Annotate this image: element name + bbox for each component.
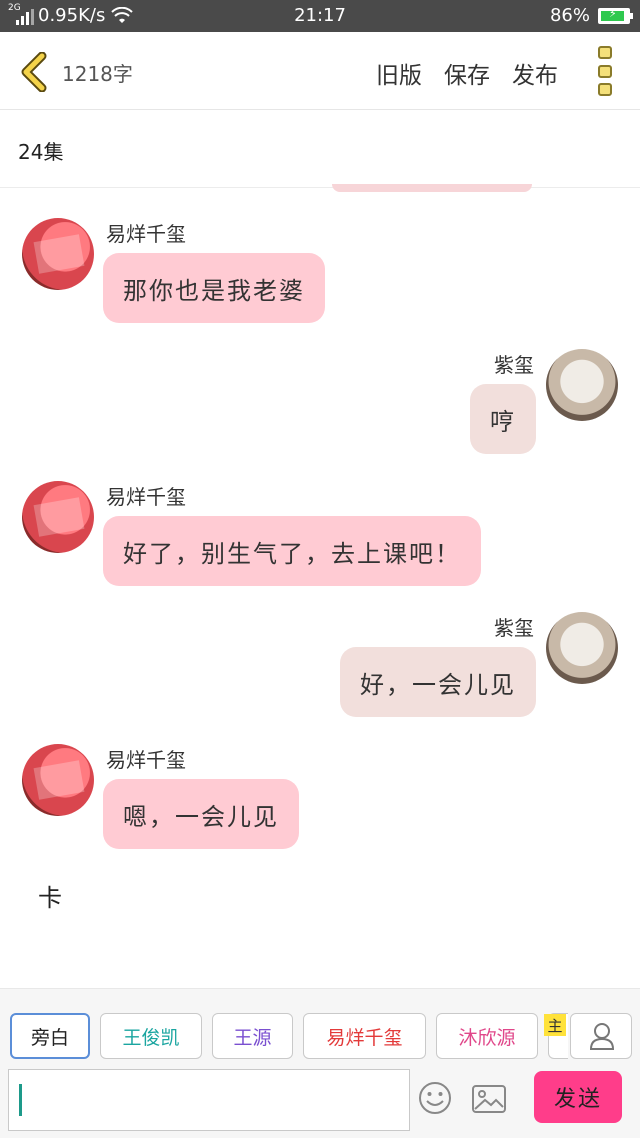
add-role-button[interactable] xyxy=(570,1013,632,1059)
avatar[interactable] xyxy=(22,744,94,816)
save-button[interactable]: 保存 xyxy=(444,56,490,90)
clock: 21:17 xyxy=(294,5,346,26)
role-narrator[interactable]: 旁白 xyxy=(10,1013,90,1059)
sender-name: 紫玺 xyxy=(494,616,534,640)
text-caret xyxy=(19,1084,22,1116)
sender-name: 紫玺 xyxy=(494,353,534,377)
role-mu-xinyuan[interactable]: 沐欣源 xyxy=(436,1013,538,1059)
message-bubble[interactable]: 好了，别生气了，去上课吧！ xyxy=(103,516,481,586)
avatar[interactable] xyxy=(546,349,618,421)
message-bubble[interactable]: 那你也是我老婆 xyxy=(103,253,325,323)
message-bubble[interactable]: 哼 xyxy=(470,384,536,454)
back-icon[interactable] xyxy=(18,52,48,92)
avatar[interactable] xyxy=(22,481,94,553)
sender-name: 易烊千玺 xyxy=(106,222,186,246)
send-button[interactable]: 发送 xyxy=(534,1071,622,1123)
publish-button[interactable]: 发布 xyxy=(512,56,558,90)
message-input[interactable] xyxy=(8,1069,410,1131)
emoji-icon[interactable] xyxy=(418,1081,452,1115)
more-menu-icon[interactable] xyxy=(598,46,614,96)
avatar[interactable] xyxy=(22,218,94,290)
person-icon xyxy=(589,1023,615,1050)
role-wang-yuan[interactable]: 王源 xyxy=(212,1013,293,1059)
avatar[interactable] xyxy=(546,612,618,684)
role-label: 易烊千玺 xyxy=(326,1026,403,1049)
role-label: 旁白 xyxy=(30,1026,69,1049)
battery-percent: 86% xyxy=(549,5,590,26)
old-version-button[interactable]: 旧版 xyxy=(376,56,422,90)
main-role-badge: 主 xyxy=(544,1014,566,1036)
word-count: 1218字 xyxy=(62,62,133,86)
sender-name: 易烊千玺 xyxy=(106,485,186,509)
episode-title[interactable]: 24集 xyxy=(18,136,63,165)
previous-bubble-edge xyxy=(332,184,532,192)
role-label: 沐欣源 xyxy=(458,1026,516,1049)
status-bar: 2G 0.95K/s 21:17 86% ⚡ xyxy=(0,0,640,32)
message-bubble[interactable]: 嗯，一会儿见 xyxy=(103,779,299,849)
compose-panel: 旁白 王俊凯 王源 易烊千玺 沐欣源 主 发送 xyxy=(0,988,640,1138)
episode-header: 24集 xyxy=(0,110,640,188)
narration-text[interactable]: 卡 xyxy=(38,878,62,913)
top-bar: 1218字 旧版 保存 发布 xyxy=(0,32,640,110)
role-label: 王源 xyxy=(233,1026,272,1049)
message-bubble[interactable]: 好，一会儿见 xyxy=(340,647,536,717)
role-wang-junkai[interactable]: 王俊凯 xyxy=(100,1013,202,1059)
sender-name: 易烊千玺 xyxy=(106,748,186,772)
role-yi-yangqianxi[interactable]: 易烊千玺 xyxy=(303,1013,426,1059)
image-icon[interactable] xyxy=(472,1085,506,1113)
role-label: 王俊凯 xyxy=(122,1026,180,1049)
battery-icon: ⚡ xyxy=(598,7,633,24)
